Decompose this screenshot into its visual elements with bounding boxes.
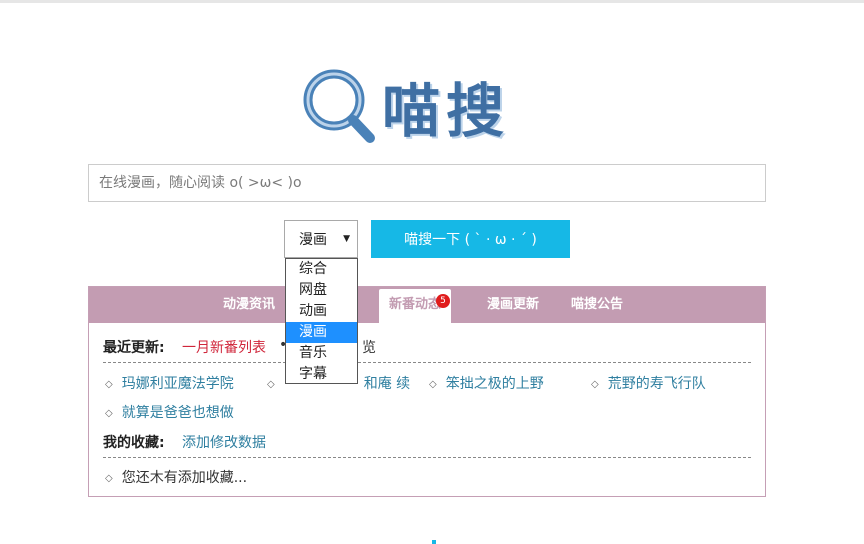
top-border [0, 0, 864, 3]
list-item[interactable]: ◇ 荒野的寿飞行队 [591, 373, 706, 393]
tab-new-anime[interactable]: 新番动态 5 [379, 289, 452, 323]
divider [103, 362, 751, 363]
news-panel: 动漫资讯 荐 新番动态 5 漫画更新 喵搜公告 最近更新: 一月新番列表 • 览… [88, 286, 766, 497]
edit-favorites-link[interactable]: 添加修改数据 [182, 432, 266, 452]
tab-manga-updates[interactable]: 漫画更新 [487, 287, 539, 323]
category-select-value: 漫画 [299, 232, 327, 248]
list-item[interactable]: ◇ 就算是爸爸也想做 [105, 402, 234, 422]
tab-anime-news[interactable]: 动漫资讯 [223, 287, 275, 323]
category-select[interactable]: 漫画 ▼ [284, 220, 358, 258]
category-dropdown[interactable]: 综合 网盘 动画 漫画 音乐 字幕 [285, 258, 358, 384]
search-button[interactable]: 喵搜一下 ( ` · ω · ´ ) [371, 220, 570, 258]
favorites-empty: ◇ 您还木有添加收藏... [105, 470, 248, 486]
recent-label: 最近更新: [103, 340, 165, 356]
diamond-icon: ◇ [267, 379, 275, 390]
option-anime[interactable]: 动画 [286, 301, 357, 322]
scroll-indicator [432, 540, 436, 544]
tab-announcements[interactable]: 喵搜公告 [571, 287, 623, 323]
divider [103, 457, 751, 458]
option-manga[interactable]: 漫画 [286, 322, 357, 343]
list-item[interactable]: ◇ 玛娜利亚魔法学院 [105, 373, 234, 393]
diamond-icon: ◇ [105, 473, 113, 484]
notification-badge: 5 [436, 294, 451, 308]
list-item[interactable]: ◇ 笨拙之极的上野 [429, 373, 544, 393]
option-all[interactable]: 综合 [286, 259, 357, 280]
new-anime-list-link[interactable]: 一月新番列表 [182, 337, 266, 357]
diamond-icon: ◇ [429, 379, 437, 390]
chevron-down-icon: ▼ [343, 234, 350, 244]
diamond-icon: ◇ [591, 379, 599, 390]
tab-new-anime-label: 新番动态 [389, 297, 442, 312]
diamond-icon: ◇ [105, 379, 113, 390]
option-music[interactable]: 音乐 [286, 343, 357, 364]
option-netdisk[interactable]: 网盘 [286, 280, 357, 301]
search-input[interactable] [88, 164, 766, 202]
magnifier-icon [303, 69, 375, 143]
option-subtitles[interactable]: 字幕 [286, 364, 357, 385]
favorites-label: 我的收藏: [103, 435, 165, 451]
logo: 喵搜 [296, 62, 556, 146]
diamond-icon: ◇ [105, 408, 113, 419]
logo-text: 喵搜 [382, 77, 511, 145]
tab-bar: 动漫资讯 荐 新番动态 5 漫画更新 喵搜公告 [89, 287, 765, 323]
recent-suffix: 览 [362, 340, 376, 356]
